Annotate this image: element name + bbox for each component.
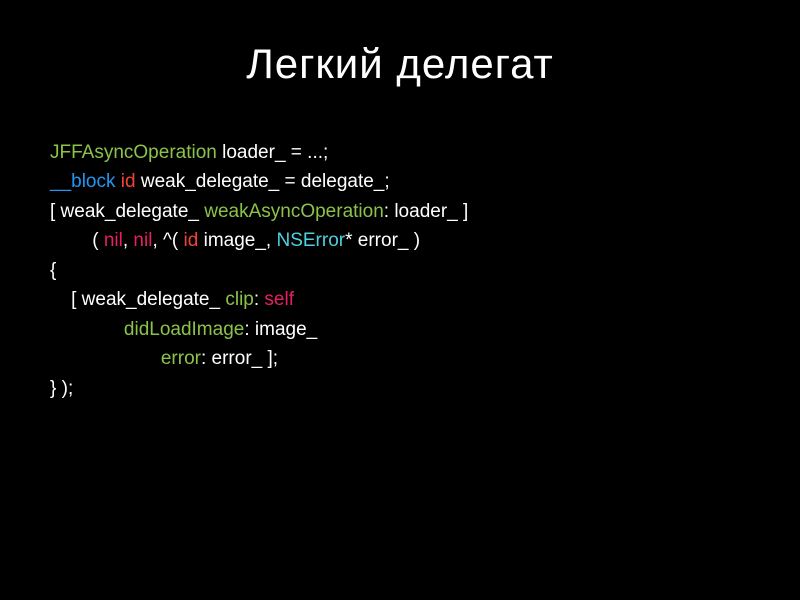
code-text: weak_delegate_ = delegate_; xyxy=(136,171,390,192)
code-text: loader_ = ...; xyxy=(217,142,328,163)
code-method: clip xyxy=(225,289,254,310)
code-self: self xyxy=(264,289,294,310)
code-text: : image_ xyxy=(244,319,317,340)
code-block: JFFAsyncOperation loader_ = ...; __block… xyxy=(50,138,750,403)
code-method: didLoadImage xyxy=(124,319,244,340)
code-keyword: id xyxy=(116,171,136,192)
code-text: [ weak_delegate_ xyxy=(50,289,225,310)
code-text xyxy=(50,319,124,340)
code-method: weakAsyncOperation xyxy=(204,201,384,222)
code-method: error xyxy=(161,348,201,369)
code-text: ( xyxy=(50,230,104,251)
code-text: [ weak_delegate_ xyxy=(50,201,204,222)
code-text: : xyxy=(254,289,265,310)
code-text: , xyxy=(123,230,134,251)
code-keyword: id xyxy=(184,230,199,251)
code-class: NSError xyxy=(276,230,345,251)
code-text: : error_ ]; xyxy=(201,348,278,369)
code-text: : loader_ ] xyxy=(384,201,469,222)
code-nil: nil xyxy=(104,230,123,251)
slide-container: Легкий делегат JFFAsyncOperation loader_… xyxy=(0,0,800,600)
slide-title: Легкий делегат xyxy=(50,40,750,88)
code-text: { xyxy=(50,260,56,281)
code-text: } ); xyxy=(50,378,73,399)
code-text: , ^( xyxy=(152,230,183,251)
code-text xyxy=(50,348,161,369)
code-keyword: __block xyxy=(50,171,116,192)
code-nil: nil xyxy=(133,230,152,251)
code-text: * error_ ) xyxy=(345,230,420,251)
code-text: image_, xyxy=(198,230,276,251)
code-type: JFFAsyncOperation xyxy=(50,142,217,163)
